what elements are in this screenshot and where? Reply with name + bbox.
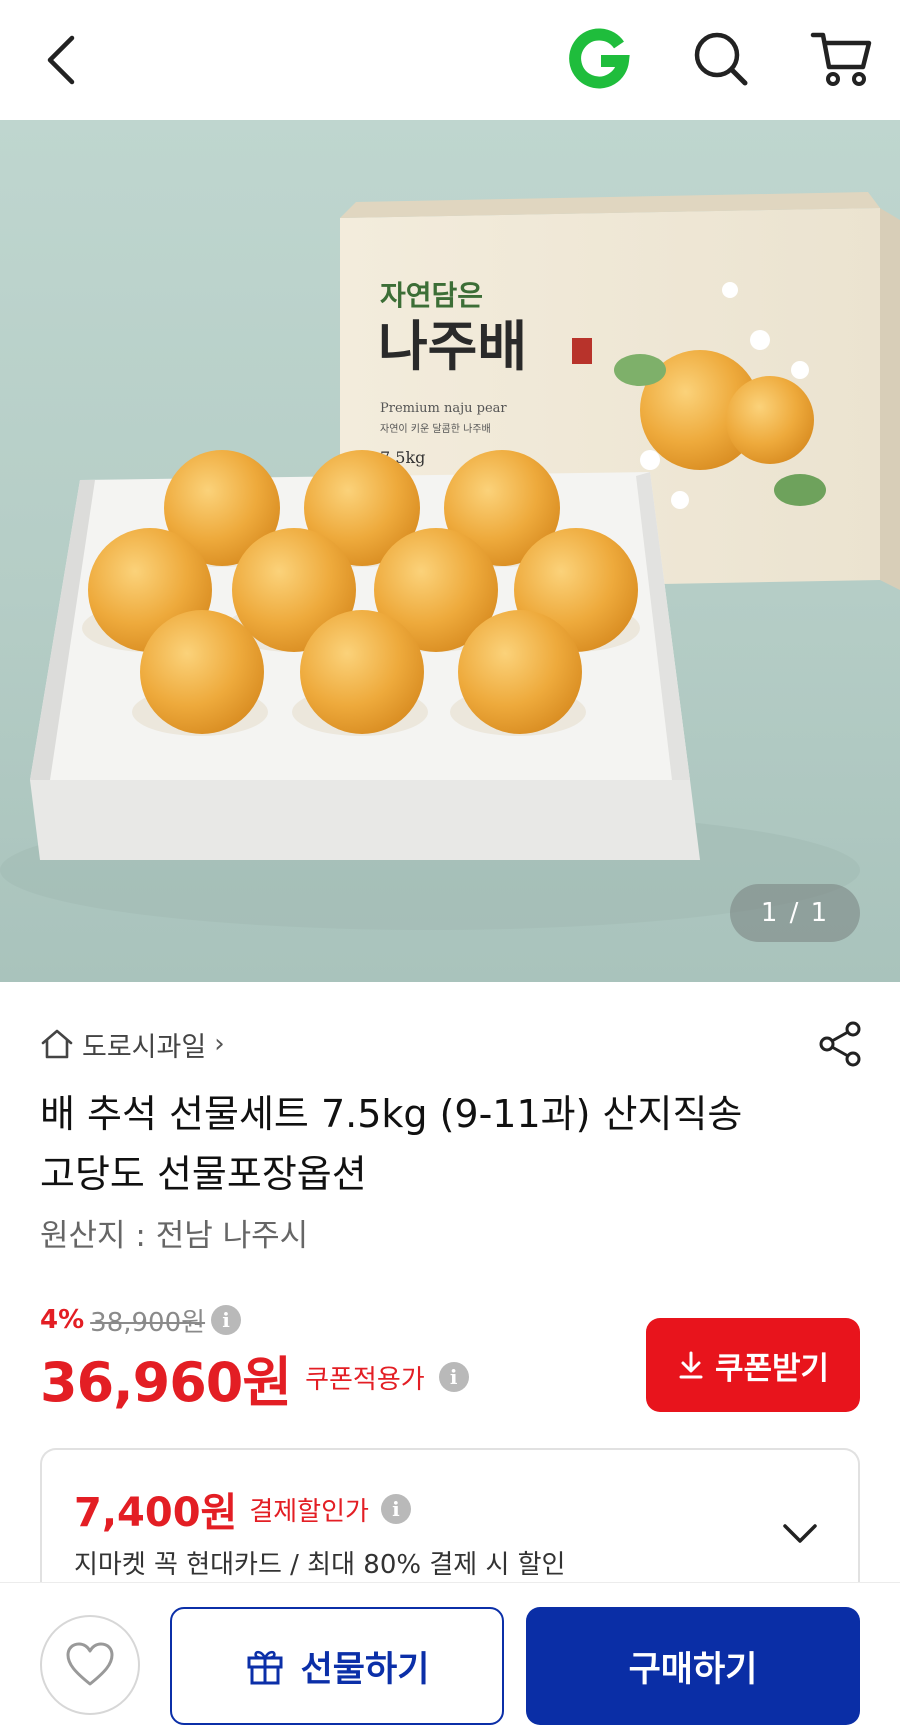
search-button[interactable] (688, 26, 754, 92)
heart-icon (66, 1642, 114, 1686)
chevron-down-icon[interactable] (776, 1510, 824, 1558)
seller-link[interactable]: 도로시과일 › (40, 1022, 225, 1066)
box-tagline: 자연이 키운 달콤한 나주배 (380, 423, 491, 435)
product-title: 배 추석 선물세트 7.5kg (9-11과) 산지직송 고당도 선물포장옵션 (40, 1092, 743, 1196)
coupon-info-icon[interactable]: i (438, 1362, 469, 1392)
gmarket-logo-button[interactable] (566, 26, 632, 92)
product-origin: 원산지 : 전남 나주시 (40, 1218, 309, 1254)
chevron-left-icon (47, 35, 75, 85)
original-price: 38,900원 (90, 1307, 206, 1338)
discount-rate: 4% (40, 1305, 85, 1335)
box-brand-small: 자연담은 (380, 279, 483, 312)
gift-icon (247, 1650, 283, 1685)
card-info-icon[interactable]: i (380, 1494, 411, 1524)
back-button[interactable] (34, 28, 90, 92)
gift-button-label: 선물하기 (300, 1649, 430, 1690)
card-discount-price: 7,400원 (74, 1490, 238, 1536)
box-brand-large: 나주배 (378, 314, 527, 378)
wishlist-button[interactable] (40, 1615, 140, 1715)
card-discount-label: 결제할인가 (249, 1496, 369, 1527)
buy-button-label: 구매하기 (628, 1649, 758, 1690)
search-icon (694, 32, 748, 86)
gmarket-g-logo-icon (569, 28, 630, 89)
cart-icon (810, 32, 872, 86)
product-image-carousel[interactable]: 자연담은 나주배 Premium naju pear 자연이 키운 달콤한 나주… (0, 120, 900, 982)
card-discount-description: 지마켓 꼭 현대카드 / 최대 80% 결제 시 할인 (74, 1550, 566, 1580)
sale-price-row: 36,960원 쿠폰적용가 i (40, 1342, 469, 1414)
sale-price: 36,960원 (40, 1350, 292, 1414)
get-coupon-label: 쿠폰받기 (714, 1350, 830, 1387)
info-icon[interactable]: i (211, 1305, 242, 1335)
buy-button[interactable]: 구매하기 (526, 1607, 860, 1725)
download-icon (679, 1351, 703, 1379)
image-pager: 1 / 1 (730, 884, 860, 942)
seller-name: 도로시과일 (82, 1031, 207, 1063)
share-icon (819, 1021, 861, 1067)
share-button[interactable] (812, 1016, 868, 1072)
top-bar (0, 0, 900, 120)
coupon-applied-label: 쿠폰적용가 (305, 1364, 425, 1395)
gift-button[interactable]: 선물하기 (170, 1607, 504, 1725)
chevron-right-icon: › (214, 1029, 225, 1059)
bottom-action-bar: 선물하기 구매하기 (0, 1582, 900, 1730)
box-subtitle: Premium naju pear (380, 401, 507, 416)
card-discount-row: 7,400원 결제할인가 i (74, 1480, 411, 1538)
get-coupon-button[interactable]: 쿠폰받기 (646, 1318, 860, 1412)
original-price-row: 4% 38,900원 i (40, 1300, 242, 1340)
product-photo: 자연담은 나주배 Premium naju pear 자연이 키운 달콤한 나주… (0, 192, 900, 930)
cart-button[interactable] (806, 24, 876, 94)
home-icon (41, 1029, 73, 1059)
